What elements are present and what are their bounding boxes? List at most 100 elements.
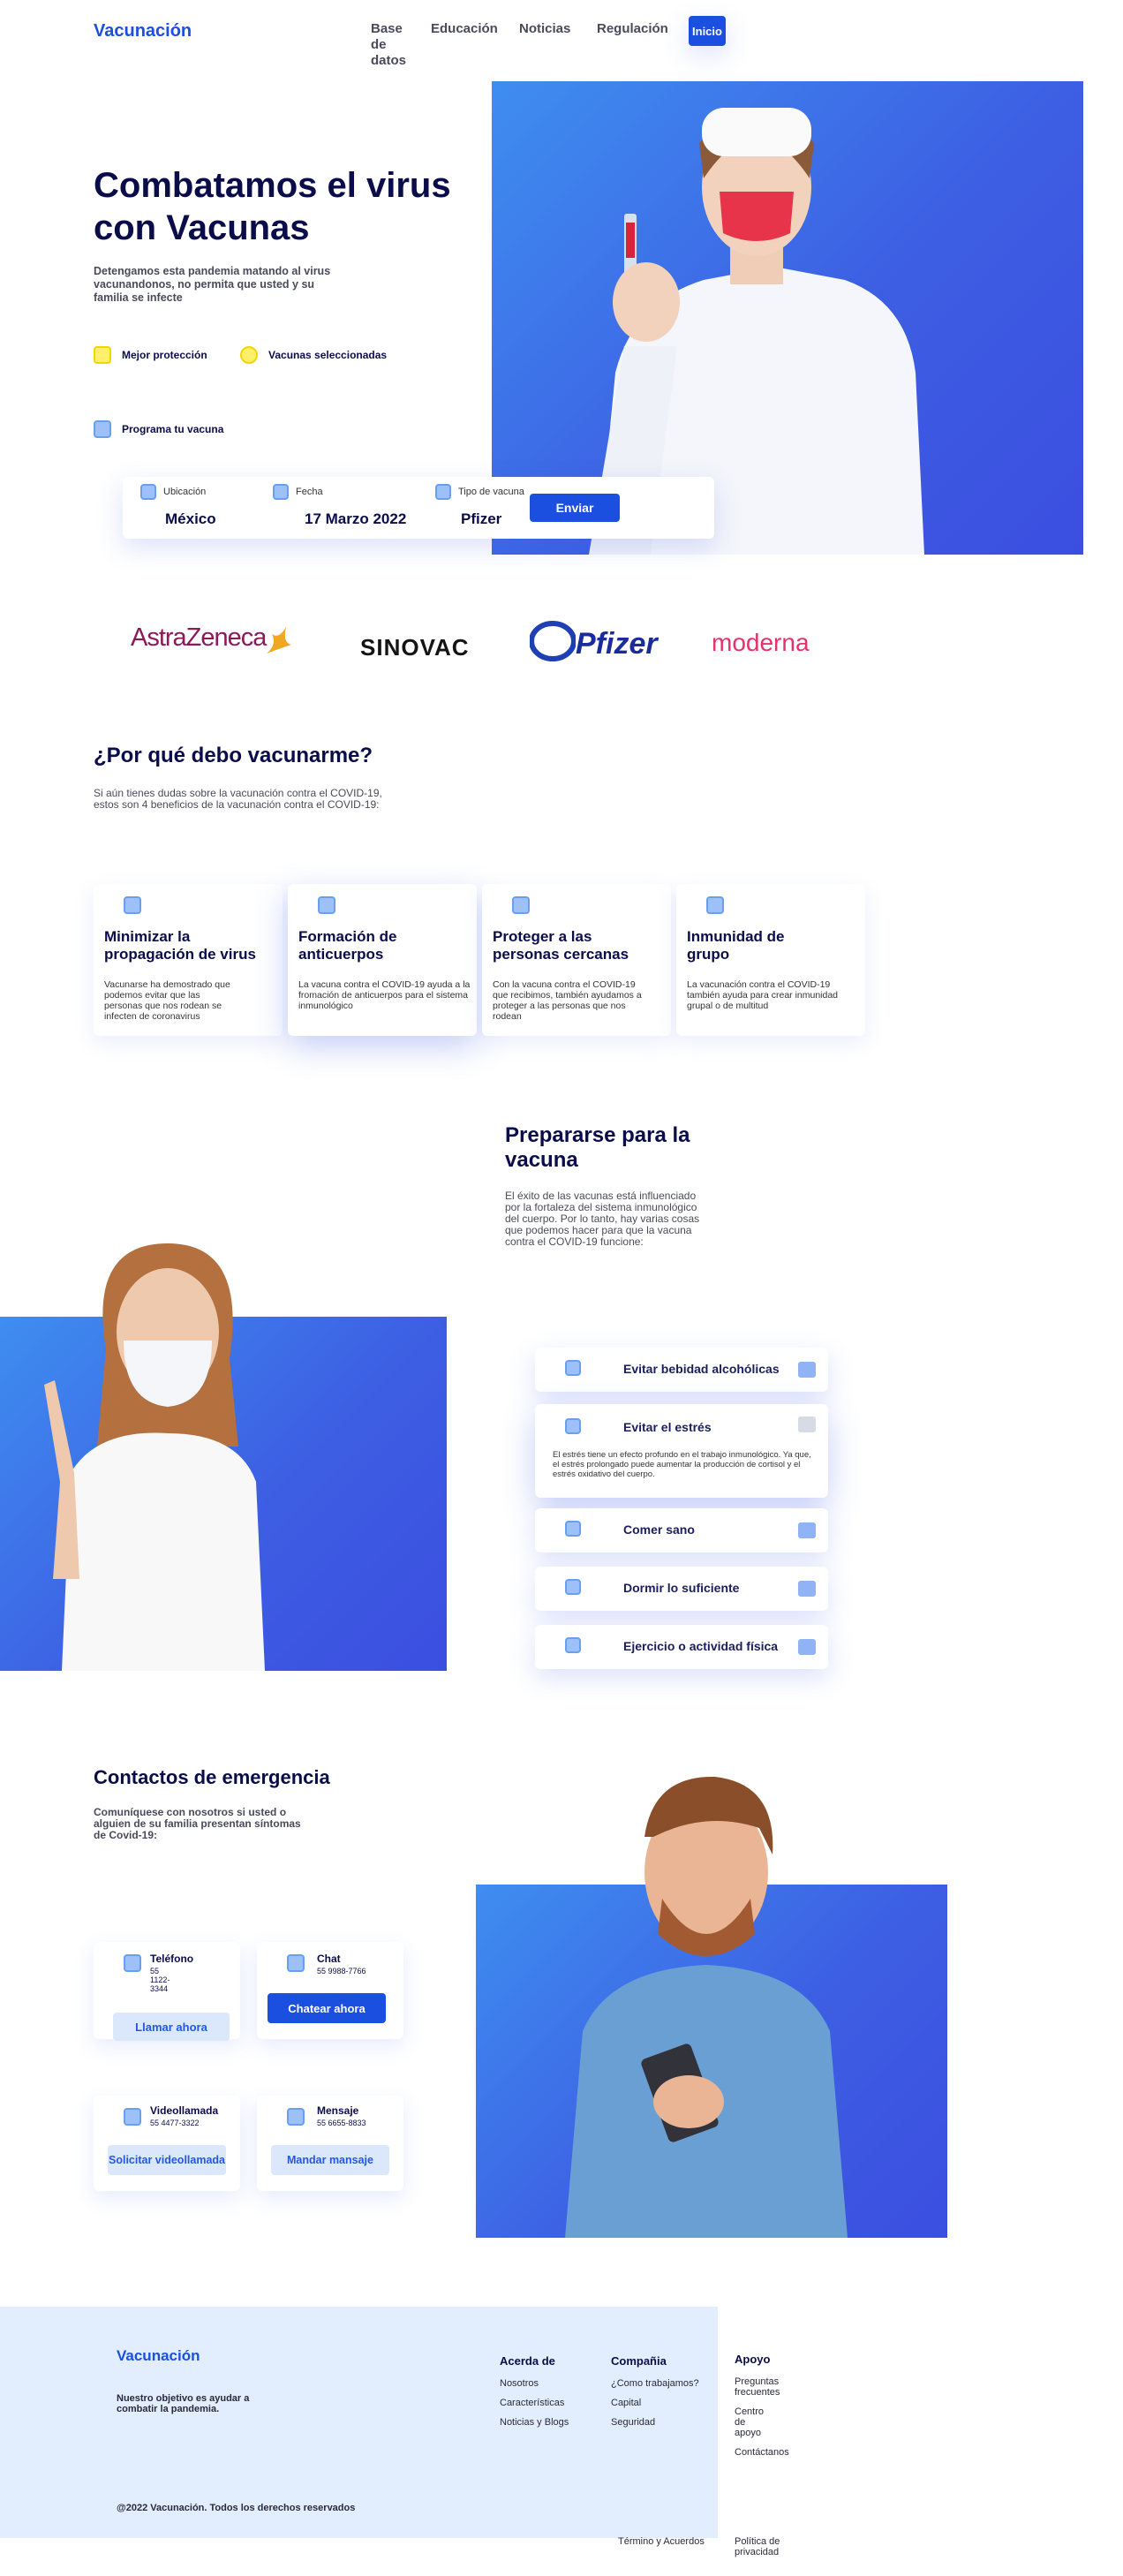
footer-link[interactable]: Contáctanos <box>735 2447 796 2458</box>
contacts-title: Contactos de emergencia <box>94 1766 330 1788</box>
location-select[interactable]: México <box>165 510 216 528</box>
nav-educacion[interactable]: Educación <box>431 21 498 37</box>
star-icon <box>240 346 258 364</box>
accordion-title: Evitar bebidad alcohólicas <box>623 1362 780 1376</box>
video-icon <box>124 2108 141 2126</box>
contacts-desc: Comuníquese con nosotros si usted o algu… <box>94 1806 301 1841</box>
logo[interactable]: Vacunación <box>94 21 192 42</box>
accordion-title: Comer sano <box>623 1522 695 1537</box>
chevron-down-icon[interactable] <box>798 1362 816 1378</box>
contact-card-video: Videollamada 55 4477-3322 Solicitar vide… <box>94 2096 240 2191</box>
stress-icon <box>565 1418 581 1434</box>
accordion-title: Evitar el estrés <box>623 1420 712 1434</box>
sleep-icon <box>565 1579 581 1595</box>
date-label-row: Fecha <box>273 484 323 500</box>
hero-subtitle: Detengamos esta pandemia matando al viru… <box>94 265 331 304</box>
astrazeneca-logo-icon <box>267 627 291 653</box>
contact-title: Mensaje <box>317 2104 359 2117</box>
call-button[interactable]: Llamar ahora <box>113 2013 230 2041</box>
shield-icon <box>94 346 111 364</box>
privacy-link[interactable]: Política de privacidad <box>735 2536 788 2557</box>
woman-mask-illustration <box>44 1243 265 1671</box>
type-select[interactable]: Pfizer <box>461 510 501 528</box>
accordion-item-expanded[interactable]: Evitar el estrés El estrés tiene un efec… <box>535 1404 828 1498</box>
nav-link[interactable]: Noticias <box>519 21 570 36</box>
pfizer-logo-icon <box>530 621 576 661</box>
video-call-button[interactable]: Solicitar videollamada <box>108 2145 226 2175</box>
contact-value: 55 6655-8833 <box>317 2119 366 2127</box>
footer-col-title: Apoyo <box>735 2353 771 2366</box>
benefit-text: Con la vacuna contra el COVID-19 que rec… <box>493 979 642 1022</box>
no-alcohol-icon <box>565 1360 581 1376</box>
feature-proteccion: Mejor protección <box>94 346 207 364</box>
submit-button[interactable]: Enviar <box>530 494 620 522</box>
contact-card-chat: Chat 55 9988-7766 Chatear ahora <box>257 1942 403 2039</box>
terms-link-wrap: Término y Acuerdos <box>618 2536 705 2547</box>
accordion-title: Ejercicio o actividad física <box>623 1639 779 1653</box>
benefit-text: La vacunación contra el COVID-19 también… <box>687 979 839 1011</box>
hero-title: Combatamos el virus con Vacunas <box>94 166 451 247</box>
footer-link[interactable]: Capital <box>611 2398 699 2408</box>
contact-value: 55 4477-3322 <box>150 2119 200 2127</box>
date-label: Fecha <box>296 487 323 497</box>
nav-link[interactable]: Base de datos <box>371 21 406 68</box>
footer-col-apoyo: Apoyo Preguntas frecuentes Centro de apo… <box>735 2353 796 2458</box>
chevron-down-icon[interactable] <box>798 1581 816 1597</box>
benefit-card: Formación de anticuerpos La vacuna contr… <box>288 884 477 1036</box>
prepare-desc: El éxito de las vacunas está influenciad… <box>505 1190 700 1248</box>
nav-link[interactable]: Educación <box>431 21 498 36</box>
nav-base-de-datos[interactable]: Base de datos <box>371 21 406 69</box>
feature-label: Programa tu vacuna <box>122 423 224 435</box>
nav-noticias[interactable]: Noticias <box>519 21 570 37</box>
phone-icon <box>124 1954 141 1972</box>
benefit-title: Inmunidad de grupo <box>687 928 785 963</box>
accordion-item[interactable]: Comer sano <box>535 1508 828 1552</box>
calendar-icon <box>273 484 289 500</box>
accordion-item[interactable]: Evitar bebidad alcohólicas <box>535 1348 828 1392</box>
footer-link[interactable]: Seguridad <box>611 2417 699 2428</box>
benefit-title: Formación de anticuerpos <box>298 928 397 963</box>
people-icon <box>512 896 530 914</box>
privacy-link-wrap: Política de privacidad <box>735 2536 788 2557</box>
feature-vacunas: Vacunas seleccionadas <box>240 346 387 364</box>
benefit-text: Vacunarse ha demostrado que podemos evit… <box>104 979 230 1022</box>
nav-regulacion[interactable]: Regulación <box>597 21 668 37</box>
accordion-item[interactable]: Ejercicio o actividad física <box>535 1625 828 1669</box>
footer-link[interactable]: Preguntas frecuentes <box>735 2376 784 2398</box>
contact-card-phone: Teléfono 55 1122-3344 Llamar ahora <box>94 1942 240 2041</box>
chat-button[interactable]: Chatear ahora <box>268 1993 386 2023</box>
virus-icon <box>124 896 141 914</box>
feature-label: Mejor protección <box>122 349 207 361</box>
feature-programa[interactable]: Programa tu vacuna <box>94 420 223 438</box>
footer-col-title: Acerda de <box>500 2354 555 2368</box>
contact-value: 55 9988-7766 <box>317 1967 366 1975</box>
brand-pfizer: Pfizer <box>576 627 658 661</box>
group-icon <box>706 896 724 914</box>
footer-link[interactable]: Características <box>500 2398 569 2408</box>
prepare-title: Prepararse para la vacuna <box>505 1123 690 1172</box>
benefit-title: Minimizar la propagación de virus <box>104 928 256 963</box>
footer-link[interactable]: Centro de apoyo <box>735 2406 770 2438</box>
type-label: Tipo de vacuna <box>458 487 524 497</box>
inicio-button[interactable]: Inicio <box>689 16 726 46</box>
footer-logo[interactable]: Vacunación <box>117 2347 200 2365</box>
doctor-illustration <box>565 1776 848 2238</box>
accordion-item[interactable]: Dormir lo suficiente <box>535 1567 828 1611</box>
heart-icon <box>565 1637 581 1653</box>
footer-col-acerca: Acerda de Nosotros Características Notic… <box>500 2354 569 2428</box>
contact-value: 55 1122-3344 <box>150 1967 170 1993</box>
why-desc: Si aún tienes dudas sobre la vacunación … <box>94 787 382 811</box>
contact-title: Chat <box>317 1953 341 1965</box>
footer-link[interactable]: Noticias y Blogs <box>500 2417 569 2428</box>
footer-link[interactable]: ¿Como trabajamos? <box>611 2378 699 2389</box>
chevron-up-icon[interactable] <box>798 1416 816 1432</box>
chevron-down-icon[interactable] <box>798 1639 816 1655</box>
benefit-title: Proteger a las personas cercanas <box>493 928 629 963</box>
terms-link[interactable]: Término y Acuerdos <box>618 2536 705 2547</box>
message-button[interactable]: Mandar mansaje <box>271 2145 389 2175</box>
date-select[interactable]: 17 Marzo 2022 <box>305 510 406 528</box>
nav-link[interactable]: Regulación <box>597 21 668 36</box>
chevron-down-icon[interactable] <box>798 1522 816 1538</box>
footer-link[interactable]: Nosotros <box>500 2378 569 2389</box>
brand-astrazeneca: AstraZeneca <box>131 623 267 652</box>
